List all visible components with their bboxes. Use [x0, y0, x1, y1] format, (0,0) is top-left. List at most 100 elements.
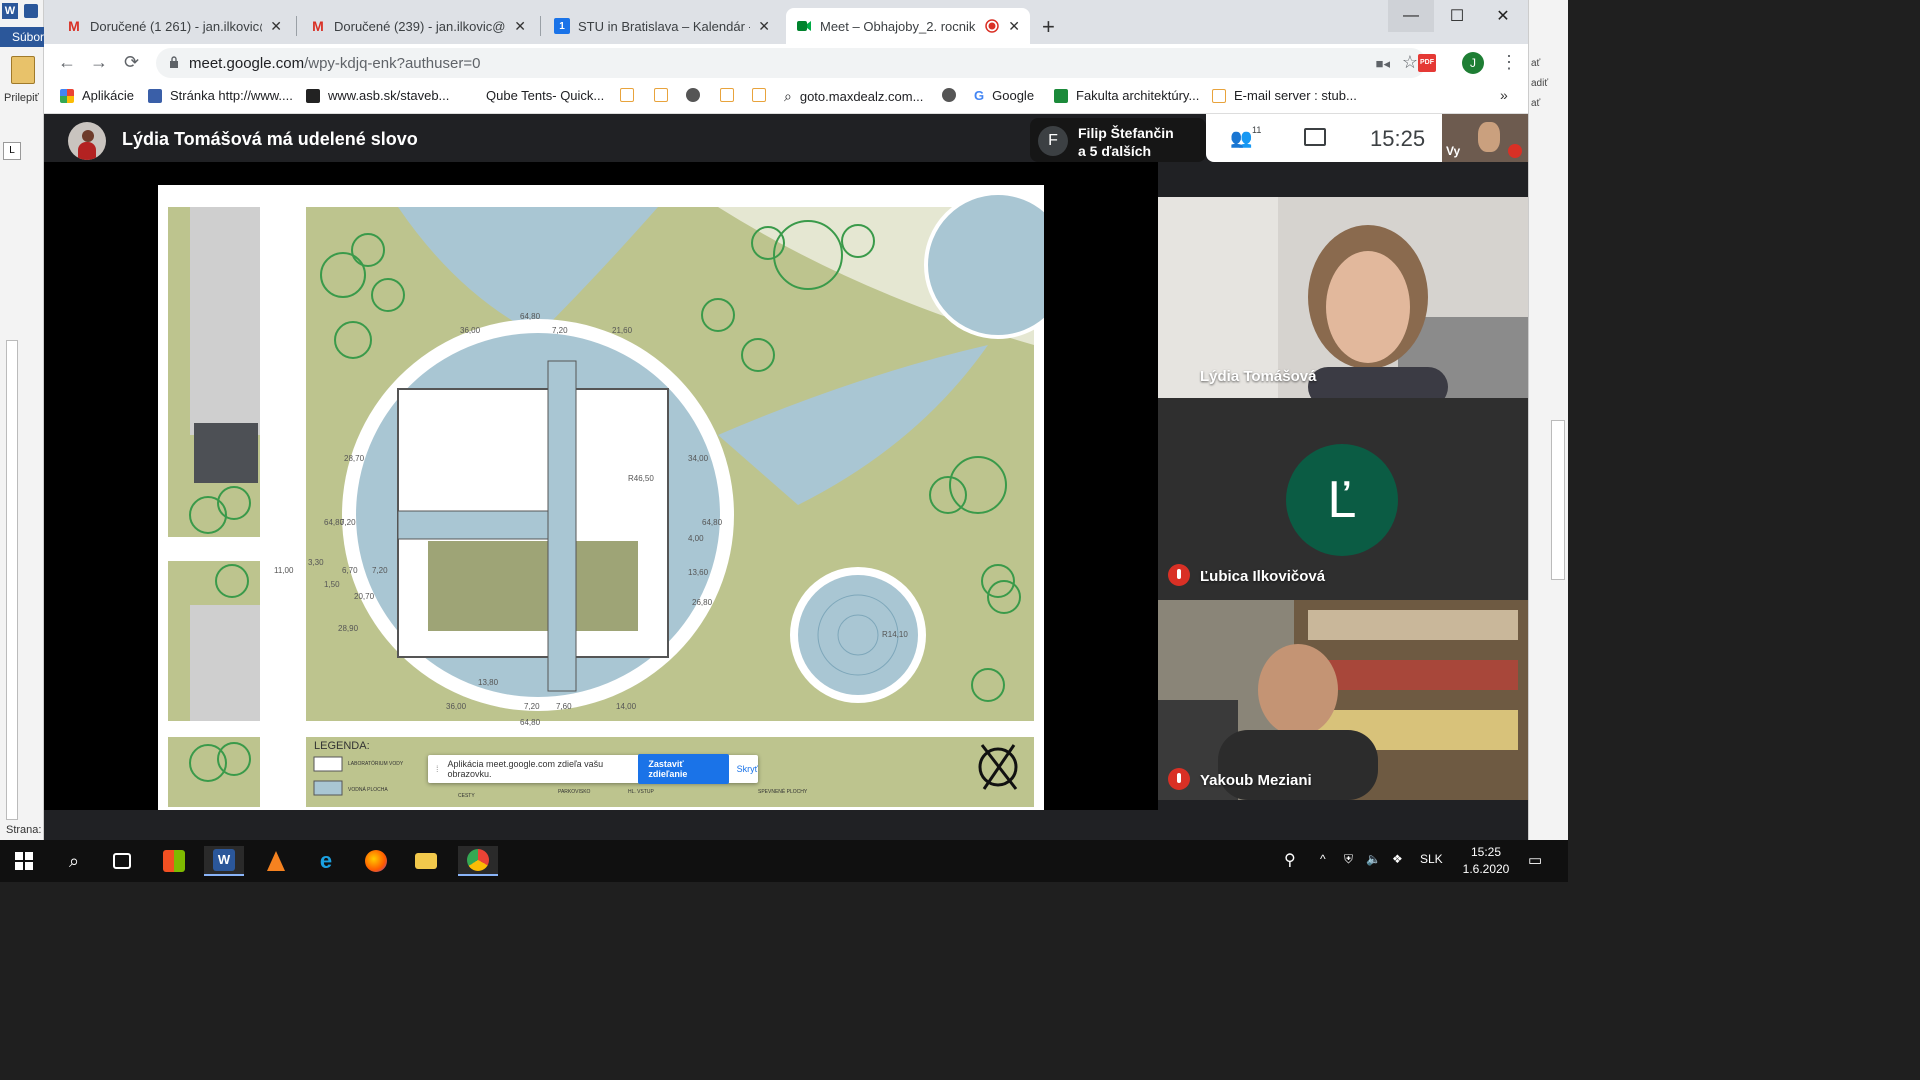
- internet-explorer-icon[interactable]: e: [306, 846, 346, 876]
- stop-sharing-button[interactable]: Zastaviť zdieľanie: [638, 754, 729, 784]
- participants-names: Filip Štefančin a 5 ďalších: [1078, 125, 1174, 159]
- vertical-scrollbar[interactable]: [1551, 420, 1565, 580]
- dimension-label: 21,60: [612, 326, 633, 335]
- participants-summary[interactable]: F Filip Štefančin a 5 ďalších: [1030, 118, 1206, 162]
- save-icon[interactable]: [24, 4, 38, 18]
- meet-controls: 👥 11 15:25: [1206, 114, 1442, 162]
- tab-calendar[interactable]: 1 STU in Bratislava – Kalendár - jún ✕: [544, 8, 780, 44]
- search-icon[interactable]: ⌕: [54, 846, 94, 876]
- security-shield-icon[interactable]: ⛨: [1344, 852, 1353, 867]
- bookmark-item[interactable]: www.asb.sk/staveb...: [306, 88, 449, 103]
- site-icon: [464, 89, 478, 103]
- participant-tile-lydia[interactable]: Lýdia Tomášová: [1158, 197, 1528, 398]
- share-status-text: Aplikácia meet.google.com zdieľa vašu ob…: [447, 759, 604, 779]
- bookmark-item[interactable]: [620, 88, 642, 102]
- search-icon: ⌕: [784, 88, 792, 104]
- bookmark-item[interactable]: [942, 88, 964, 102]
- bookmark-star-icon[interactable]: ☆: [1402, 52, 1418, 73]
- start-icon[interactable]: [4, 846, 44, 876]
- bookmark-item[interactable]: [686, 88, 708, 102]
- bookmark-item[interactable]: Qube Tents- Quick...: [464, 88, 604, 103]
- bridge-walkway: [547, 360, 577, 692]
- dimension-label: 3,30: [308, 558, 324, 567]
- close-icon[interactable]: ✕: [270, 18, 282, 35]
- browser-toolbar: ← → ⟳ meet.google.com/wpy-kdjq-enk?authu…: [44, 44, 1528, 82]
- cg-icon: [620, 88, 634, 102]
- new-tab-button[interactable]: +: [1042, 14, 1055, 40]
- windows-taskbar: ⌕ W e ⚲ ^ ⛨ 🔈 ❖ SLK 15:25 1.6.2020 ▭: [0, 840, 1568, 882]
- chat-icon[interactable]: [1304, 128, 1326, 146]
- meet-window: Lýdia Tomášová má udelené slovo F Filip …: [44, 114, 1528, 840]
- bookmark-apps[interactable]: Aplikácie: [60, 88, 134, 103]
- bookmark-item[interactable]: [720, 88, 742, 102]
- chevron-up-icon[interactable]: ^: [1320, 852, 1326, 866]
- menu-icon[interactable]: ⋮: [1500, 52, 1518, 73]
- chrome-icon[interactable]: [458, 846, 498, 876]
- pdf-extension-icon[interactable]: PDF: [1418, 54, 1436, 72]
- dimension-label: 36,00: [446, 702, 467, 711]
- close-icon[interactable]: ✕: [758, 18, 770, 35]
- camera-icon[interactable]: ■◂: [1376, 56, 1390, 72]
- bookmark-item[interactable]: Stránka http://www....: [148, 88, 293, 103]
- word-app-icon[interactable]: W: [2, 3, 18, 19]
- close-icon[interactable]: ✕: [514, 18, 526, 35]
- cg-icon: [1212, 88, 1226, 103]
- dimension-label: 36,00: [460, 326, 481, 335]
- profile-avatar[interactable]: J: [1462, 52, 1484, 74]
- dimension-label: 7,20: [340, 518, 356, 527]
- hide-share-bar-button[interactable]: Skryť: [737, 764, 758, 774]
- people-icon[interactable]: ⚲: [1284, 850, 1296, 870]
- participant-tile-yakoub[interactable]: Yakoub Meziani: [1158, 600, 1528, 800]
- video-feed: [1158, 600, 1528, 800]
- word-taskbar-icon[interactable]: W: [204, 846, 244, 876]
- dimension-label: 13,60: [688, 568, 709, 577]
- tab-gmail-1[interactable]: M Doručené (1 261) - jan.ilkovic@g ✕: [56, 8, 292, 44]
- file-explorer-icon[interactable]: [406, 846, 446, 876]
- tab-selector-button[interactable]: L: [3, 142, 21, 160]
- close-icon[interactable]: ✕: [1008, 18, 1020, 35]
- drag-handle-icon[interactable]: ⁞: [436, 764, 441, 774]
- legend-swatch: [313, 756, 343, 772]
- paste-icon[interactable]: [11, 56, 35, 84]
- participant-avatar: F: [1038, 126, 1068, 156]
- bookmark-item[interactable]: E-mail server : stub...: [1212, 88, 1357, 103]
- input-language[interactable]: SLK: [1420, 852, 1443, 866]
- self-video-tile[interactable]: Vy: [1442, 114, 1528, 162]
- meet-icon: [796, 18, 812, 34]
- tab-gmail-2[interactable]: M Doručené (239) - jan.ilkovic@stu ✕: [300, 8, 536, 44]
- bookmark-item[interactable]: [654, 88, 676, 102]
- paste-label[interactable]: Prilepiť: [4, 92, 39, 104]
- bookmarks-overflow-button[interactable]: »: [1500, 87, 1508, 103]
- forward-icon[interactable]: →: [90, 52, 108, 73]
- tab-meet[interactable]: Meet – Obhajoby_2. rocnik ✕: [786, 8, 1030, 44]
- participant-tile-lubica[interactable]: Ľ Ľubica Ilkovičová: [1158, 398, 1528, 600]
- address-bar[interactable]: meet.google.com/wpy-kdjq-enk?authuser=0 …: [156, 48, 1426, 78]
- maximize-button[interactable]: ☐: [1434, 0, 1480, 32]
- legend-item: PARKOVISKO: [558, 789, 591, 795]
- task-view-icon[interactable]: [102, 846, 142, 876]
- back-icon[interactable]: ←: [58, 52, 76, 73]
- bookmark-google[interactable]: G Google: [974, 88, 1034, 103]
- file-menu-button[interactable]: Súbor: [0, 27, 44, 47]
- url-text[interactable]: meet.google.com/wpy-kdjq-enk?authuser=0: [189, 55, 480, 72]
- system-clock[interactable]: 15:25 1.6.2020: [1456, 844, 1516, 878]
- people-icon[interactable]: 👥: [1230, 128, 1252, 149]
- bookmark-item[interactable]: Fakulta architektúry...: [1054, 88, 1199, 103]
- close-window-button[interactable]: ✕: [1480, 0, 1526, 32]
- firefox-icon[interactable]: [356, 846, 396, 876]
- dimension-label: 7,20: [524, 702, 540, 711]
- legend-item: LABORATÓRIUM VODY: [348, 760, 404, 767]
- store-icon[interactable]: [154, 846, 194, 876]
- reload-icon[interactable]: ⟳: [124, 52, 139, 73]
- asb-icon: [306, 88, 320, 103]
- bookmark-item[interactable]: ⌕ goto.maxdealz.com...: [784, 88, 923, 105]
- legend-title: LEGENDA:: [314, 740, 370, 752]
- volume-icon[interactable]: 🔈: [1366, 852, 1381, 866]
- notifications-icon[interactable]: ▭: [1528, 851, 1542, 869]
- dimension-label: 28,70: [344, 454, 365, 463]
- meet-bottom-bar: [44, 810, 1528, 840]
- vlc-icon[interactable]: [256, 846, 296, 876]
- bookmark-item[interactable]: [752, 88, 774, 102]
- dropbox-icon[interactable]: ❖: [1392, 852, 1403, 866]
- minimize-button[interactable]: —: [1388, 0, 1434, 32]
